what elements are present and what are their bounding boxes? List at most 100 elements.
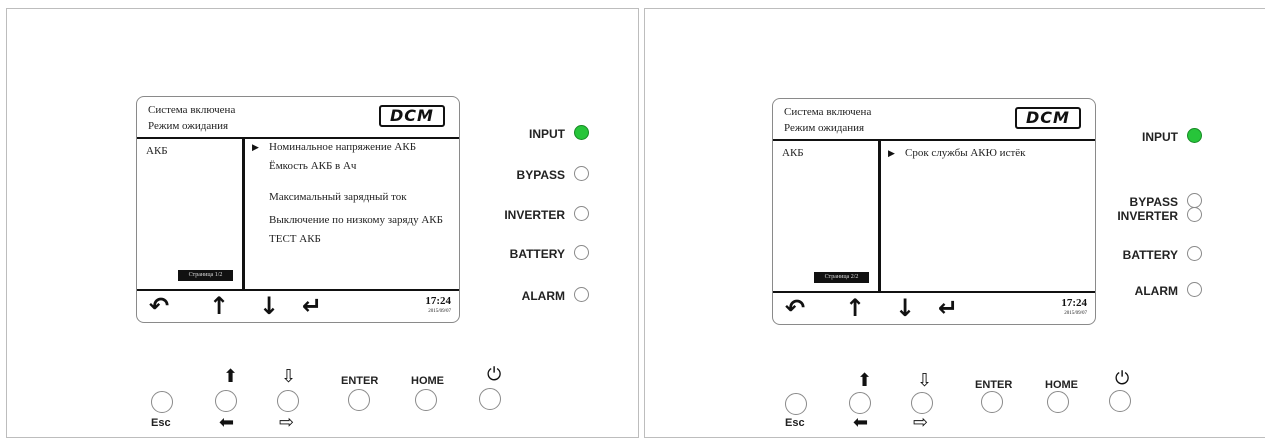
led-input: INPUT xyxy=(1102,128,1202,148)
led-bypass: BYPASS xyxy=(489,166,589,186)
led-indicator-off-icon xyxy=(574,206,589,221)
up-left-button[interactable] xyxy=(849,392,871,414)
section-label: АКБ xyxy=(146,145,168,157)
enter-icon[interactable]: ↵ xyxy=(938,295,958,321)
led-label: ALARM xyxy=(1134,284,1178,298)
settings-menu: ▶ Срок службы АКЮ истёк xyxy=(886,143,1086,160)
led-label: BATTERY xyxy=(509,247,565,261)
vertical-divider xyxy=(878,141,881,291)
back-icon[interactable]: ↶ xyxy=(785,295,805,321)
led-label: INPUT xyxy=(529,127,565,141)
led-input: INPUT xyxy=(489,125,589,145)
lcd-screen: Система включена Режим ожидания DCM АКБ … xyxy=(772,98,1096,325)
menu-item-label: ТЕСТ АКБ xyxy=(269,233,321,245)
esc-button[interactable] xyxy=(151,391,173,413)
right-arrow-icon: ⇨ xyxy=(913,412,929,433)
down-arrow-icon[interactable]: ↓ xyxy=(259,293,279,319)
led-battery: BATTERY xyxy=(1092,246,1202,266)
menu-item-label: Максимальный зарядный ток xyxy=(269,191,407,203)
led-indicator-off-icon xyxy=(1187,207,1202,222)
menu-item-battery-test[interactable]: ТЕСТ АКБ xyxy=(250,233,450,246)
menu-item-label: Номинальное напряжение АКБ xyxy=(269,141,417,153)
enter-label: ENTER xyxy=(341,375,379,387)
clock-time: 17:24 xyxy=(425,295,451,307)
esc-label: Esc xyxy=(785,417,805,429)
clock-time: 17:24 xyxy=(1061,297,1087,309)
down-arrow-icon: ⇩ xyxy=(281,366,297,387)
clock-date: 2015/09/07 xyxy=(1064,311,1087,316)
power-icon: ⏻ xyxy=(487,364,502,385)
led-label: ALARM xyxy=(521,289,565,303)
down-right-button[interactable] xyxy=(911,392,933,414)
down-arrow-icon: ⇩ xyxy=(917,370,933,391)
home-label: HOME xyxy=(1045,379,1078,391)
led-label: BYPASS xyxy=(516,168,565,182)
enter-button[interactable] xyxy=(981,391,1003,413)
led-label: INPUT xyxy=(1142,130,1178,144)
led-inverter: INVERTER xyxy=(469,206,589,226)
home-label: HOME xyxy=(411,375,444,387)
dcm-logo: DCM xyxy=(379,105,445,127)
up-arrow-icon[interactable]: ↑ xyxy=(209,293,229,319)
ups-panel-page-1: Система включена Режим ожидания DCM АКБ … xyxy=(6,8,639,438)
enter-icon[interactable]: ↵ xyxy=(302,293,322,319)
lcd-screen: Система включена Режим ожидания DCM АКБ … xyxy=(136,96,460,323)
down-arrow-icon[interactable]: ↓ xyxy=(895,295,915,321)
led-label: BATTERY xyxy=(1122,248,1178,262)
status-mode: Режим ожидания xyxy=(148,120,229,132)
down-right-button[interactable] xyxy=(277,390,299,412)
led-indicator-off-icon xyxy=(574,245,589,260)
vertical-divider xyxy=(242,139,245,289)
menu-item-label: Срок службы АКЮ истёк xyxy=(905,147,1026,159)
ups-panel-page-2: Система включена Режим ожидания DCM АКБ … xyxy=(644,8,1265,438)
esc-button[interactable] xyxy=(785,393,807,415)
left-arrow-icon: ⬅ xyxy=(853,412,869,433)
menu-item-capacity[interactable]: Ёмкость АКБ в Ач xyxy=(250,160,450,173)
status-system-on: Система включена xyxy=(784,106,872,118)
header-divider xyxy=(773,139,1095,141)
led-indicator-on-icon xyxy=(1187,128,1202,143)
footer-divider xyxy=(137,289,459,291)
power-button[interactable] xyxy=(479,388,501,410)
enter-button[interactable] xyxy=(348,389,370,411)
status-mode: Режим ожидания xyxy=(784,122,865,134)
up-arrow-icon: ⬆ xyxy=(857,370,873,391)
enter-label: ENTER xyxy=(975,379,1013,391)
settings-menu: ▶ Номинальное напряжение АКБ Ёмкость АКБ… xyxy=(250,141,450,246)
status-system-on: Система включена xyxy=(148,104,236,116)
menu-item-low-battery-shutdown[interactable]: Выключение по низкому заряду АКБ xyxy=(250,214,450,227)
home-button[interactable] xyxy=(415,389,437,411)
led-indicator-off-icon xyxy=(574,287,589,302)
menu-item-battery-expired[interactable]: ▶ Срок службы АКЮ истёк xyxy=(886,147,1086,160)
led-indicator-off-icon xyxy=(1187,246,1202,261)
led-label: INVERTER xyxy=(504,208,565,222)
section-label: АКБ xyxy=(782,147,804,159)
page-indicator: Страница 2/2 xyxy=(814,272,869,283)
left-arrow-icon: ⬅ xyxy=(219,412,235,433)
home-button[interactable] xyxy=(1047,391,1069,413)
up-left-button[interactable] xyxy=(215,390,237,412)
led-alarm: ALARM xyxy=(489,287,589,307)
led-indicator-on-icon xyxy=(574,125,589,140)
led-indicator-off-icon xyxy=(1187,193,1202,208)
dcm-logo: DCM xyxy=(1015,107,1081,129)
menu-item-label: Выключение по низкому заряду АКБ xyxy=(269,214,443,226)
clock-date: 2015/09/07 xyxy=(428,309,451,314)
led-alarm: ALARM xyxy=(1102,282,1202,302)
menu-item-label: Ёмкость АКБ в Ач xyxy=(269,160,357,172)
footer-divider xyxy=(773,291,1095,293)
esc-label: Esc xyxy=(151,417,171,429)
back-icon[interactable]: ↶ xyxy=(149,293,169,319)
selection-cursor-icon: ▶ xyxy=(252,142,259,152)
menu-item-nominal-voltage[interactable]: ▶ Номинальное напряжение АКБ xyxy=(250,141,450,154)
header-divider xyxy=(137,137,459,139)
page-indicator: Страница 1/2 xyxy=(178,270,233,281)
led-label: INVERTER xyxy=(1117,209,1178,223)
up-arrow-icon[interactable]: ↑ xyxy=(845,295,865,321)
power-icon: ⏻ xyxy=(1115,368,1130,389)
power-button[interactable] xyxy=(1109,390,1131,412)
up-arrow-icon: ⬆ xyxy=(223,366,239,387)
led-inverter: INVERTER xyxy=(1082,207,1202,227)
led-indicator-off-icon xyxy=(1187,282,1202,297)
menu-item-max-charge-current[interactable]: Максимальный зарядный ток xyxy=(250,191,450,204)
